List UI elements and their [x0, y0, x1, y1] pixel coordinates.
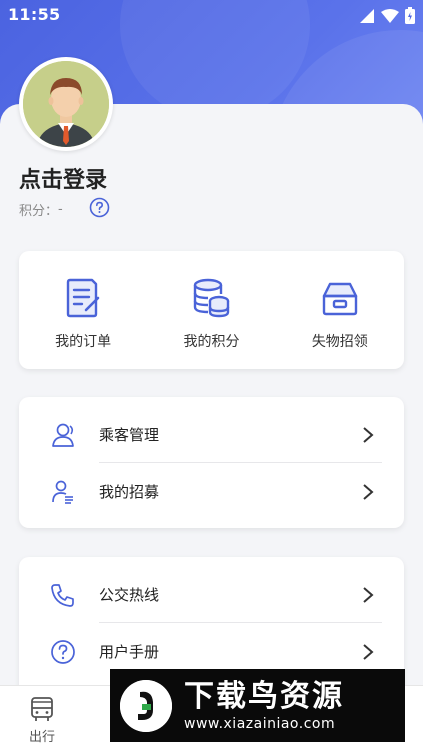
status-time: 11:55: [8, 5, 61, 24]
menu-item-label: 用户手册: [99, 643, 160, 661]
signal-icon: [360, 8, 374, 23]
lost-found-box-icon: [322, 282, 358, 316]
coins-stack-icon: [194, 278, 230, 318]
status-icons: [360, 7, 415, 24]
quick-action-label: 我的积分: [183, 334, 240, 350]
points-value: -: [58, 202, 63, 217]
bus-icon: [31, 697, 53, 721]
quick-action-lost-found[interactable]: 失物招领: [276, 251, 404, 369]
question-circle-icon: [51, 639, 75, 664]
wifi-icon: [381, 8, 399, 23]
menu-item-my-recruitment[interactable]: 我的招募: [19, 463, 404, 520]
menu-item-label: 乘客管理: [99, 426, 160, 444]
watermark-title: 下载鸟资源: [184, 678, 344, 714]
order-document-icon: [66, 278, 100, 318]
watermark-banner: 下载鸟资源 www.xiazainiao.com: [110, 669, 405, 742]
bird-logo-icon: [120, 679, 172, 732]
chevron-right-icon: [363, 643, 374, 660]
battery-icon: [405, 7, 415, 24]
menu-item-passenger-management[interactable]: 乘客管理: [19, 406, 404, 463]
user-avatar-icon: [23, 61, 109, 147]
tab-label: 出行: [28, 730, 55, 745]
quick-actions-card: 我的订单 我的积分 失物招领: [19, 251, 404, 369]
watermark-logo: [120, 679, 172, 732]
chevron-right-icon: [363, 586, 374, 603]
quick-action-orders[interactable]: 我的订单: [19, 251, 147, 369]
chevron-right-icon: [363, 426, 374, 443]
tab-travel[interactable]: 出行: [12, 696, 72, 745]
status-bar: 11:55: [0, 0, 423, 30]
menu-item-label: 我的招募: [99, 483, 160, 501]
quick-action-label: 我的订单: [55, 334, 112, 350]
points-label: 积分：: [19, 204, 59, 219]
quick-action-label: 失物招领: [311, 334, 368, 350]
phone-icon: [51, 583, 74, 607]
avatar[interactable]: [19, 57, 113, 151]
chevron-right-icon: [363, 483, 374, 500]
watermark-url: www.xiazainiao.com: [184, 715, 336, 732]
passengers-icon: [52, 423, 74, 447]
menu-item-label: 公交热线: [99, 586, 160, 604]
recruit-user-list-icon: [52, 480, 73, 504]
login-prompt[interactable]: 点击登录: [19, 162, 107, 194]
menu-group-account: 乘客管理 我的招募: [19, 397, 404, 528]
menu-item-bus-hotline[interactable]: 公交热线: [19, 566, 404, 623]
help-question-icon[interactable]: [89, 197, 110, 218]
quick-action-points[interactable]: 我的积分: [147, 251, 275, 369]
watermark-text: 下载鸟资源 www.xiazainiao.com: [184, 678, 344, 732]
points-info: 积分： -: [19, 200, 63, 219]
